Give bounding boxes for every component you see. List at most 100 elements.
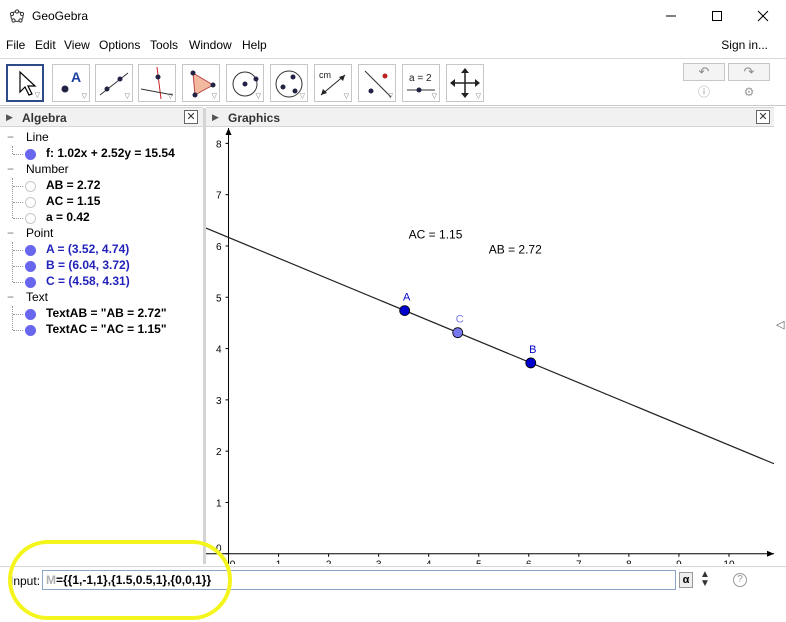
tree-connector: [13, 314, 23, 315]
maximize-button[interactable]: [694, 0, 740, 32]
polygon-tool-button[interactable]: ▽: [182, 64, 220, 102]
slider-tool-button[interactable]: a = 2 ▽: [402, 64, 440, 102]
visibility-toggle-icon[interactable]: [25, 149, 36, 160]
circle-tool-button[interactable]: ▽: [226, 64, 264, 102]
alpha-symbol-button[interactable]: α: [679, 572, 693, 588]
undo-icon: ↶: [698, 64, 710, 79]
dropdown-triangle-icon: ▽: [124, 93, 130, 100]
tree-connector: [13, 282, 23, 283]
visibility-toggle-icon[interactable]: [25, 309, 36, 320]
tree-line: [12, 146, 13, 154]
point-a[interactable]: [399, 305, 411, 317]
menu-bar: File Edit View Options Tools Window Help…: [0, 34, 786, 56]
algebra-item-text[interactable]: TextAC = "AC = 1.15": [46, 322, 167, 336]
algebra-item-text[interactable]: A = (3.52, 4.74): [46, 242, 129, 256]
menu-tools[interactable]: Tools: [150, 38, 178, 52]
graphics-canvas[interactable]: 0 1 2 3 4 5 6 7 8 9 10 0 1 2 3 4 5 6 7 8 AC = 1.15 AB = 2.72 A…: [205, 128, 775, 571]
tree-connector: [13, 154, 23, 155]
collapse-icon[interactable]: −: [7, 130, 14, 144]
perpendicular-line-tool-button[interactable]: ▽: [138, 64, 176, 102]
point-b[interactable]: [525, 357, 537, 369]
tree-connector: [13, 202, 23, 203]
visibility-toggle-icon[interactable]: [25, 325, 36, 336]
line-f[interactable]: [205, 227, 775, 465]
x-tick-label: 8: [626, 560, 632, 564]
algebra-item-text[interactable]: a = 0.42: [46, 210, 90, 224]
algebra-item-text[interactable]: f: 1.02x + 2.52y = 15.54: [46, 146, 175, 160]
y-tick-label: 4: [216, 345, 222, 356]
visibility-toggle-icon[interactable]: [25, 181, 36, 192]
point-c[interactable]: [452, 327, 464, 339]
algebra-item-text[interactable]: B = (6.04, 3.72): [46, 258, 130, 272]
tree-connector: [13, 218, 23, 219]
menu-help[interactable]: Help: [242, 38, 267, 52]
sidebar-expand-icon[interactable]: ◁: [776, 318, 784, 331]
graphics-text[interactable]: AB = 2.72: [489, 243, 542, 257]
tree-connector: [13, 250, 23, 251]
y-tick-label: 2: [216, 447, 222, 458]
distance-tool-unit: cm: [319, 70, 331, 80]
algebra-view: − Line f: 1.02x + 2.52y = 15.54− Number AB =…: [0, 128, 203, 564]
panel-toggle-icon[interactable]: ▶: [212, 112, 219, 123]
reflect-tool-button[interactable]: ▽: [358, 64, 396, 102]
history-spinner-icon[interactable]: ▲ ▼: [700, 570, 710, 589]
tree-connector: [13, 330, 23, 331]
menu-view[interactable]: View: [64, 38, 90, 52]
point-tool-button[interactable]: A ▽: [52, 64, 90, 102]
visibility-toggle-icon[interactable]: [25, 245, 36, 256]
visibility-toggle-icon[interactable]: [25, 277, 36, 288]
geogebra-logo-icon: [9, 9, 25, 23]
minimize-button[interactable]: [648, 0, 694, 32]
algebra-item-text[interactable]: AB = 2.72: [46, 178, 100, 192]
y-tick-label: 8: [216, 139, 222, 150]
tree-connector: [13, 266, 23, 267]
visibility-toggle-icon[interactable]: [25, 197, 36, 208]
menu-options[interactable]: Options: [99, 38, 140, 52]
x-tick-label: 3: [376, 560, 382, 564]
input-help-icon[interactable]: ?: [733, 573, 747, 587]
dropdown-triangle-icon: ▽: [343, 93, 349, 100]
panel-toggle-icon[interactable]: ▶: [6, 112, 13, 123]
distance-tool-button[interactable]: cm ▽: [314, 64, 352, 102]
input-label: Input:: [10, 574, 41, 588]
category-label: Number: [26, 162, 69, 176]
sign-in-link[interactable]: Sign in...: [721, 38, 768, 52]
toolbar: ▽ A ▽ ▽ ▽ ▽ ▽ ▽ cm ▽ ▽ a = 2 ▽ ▽ ↶ ↷ ⓘ ⚙: [0, 58, 786, 106]
settings-gear-icon[interactable]: ⚙: [742, 85, 756, 99]
category-label: Point: [26, 226, 54, 240]
x-tick-label: 4: [426, 560, 432, 564]
graphics-close-button[interactable]: ✕: [756, 110, 770, 124]
dropdown-triangle-icon: ▽: [81, 93, 87, 100]
algebra-item-text[interactable]: AC = 1.15: [46, 194, 100, 208]
redo-button[interactable]: ↷: [728, 63, 770, 81]
y-tick-label: 1: [216, 498, 222, 509]
input-field[interactable]: M={{1,-1,1},{1.5,0.5,1},{0,0,1}}: [42, 570, 676, 590]
algebra-close-button[interactable]: ✕: [184, 110, 198, 124]
menu-file[interactable]: File: [6, 38, 25, 52]
conic-tool-button[interactable]: ▽: [270, 64, 308, 102]
line-tool-button[interactable]: ▽: [95, 64, 133, 102]
visibility-toggle-icon[interactable]: [25, 261, 36, 272]
algebra-item-text[interactable]: TextAB = "AB = 2.72": [46, 306, 167, 320]
graphics-text[interactable]: AC = 1.15: [409, 227, 463, 241]
graphics-header: ▶ Graphics ✕: [206, 107, 774, 127]
category-label: Text: [26, 290, 49, 304]
close-button[interactable]: [740, 0, 786, 32]
move-tool-button[interactable]: ▽: [6, 64, 44, 102]
dropdown-triangle-icon: ▽: [167, 93, 173, 100]
move-graphics-tool-button[interactable]: ▽: [446, 64, 484, 102]
x-axis-arrow-icon: [767, 550, 774, 557]
collapse-icon[interactable]: −: [7, 290, 14, 304]
y-tick-label: 5: [216, 293, 222, 304]
algebra-title: Algebra: [22, 111, 67, 125]
graphics-view[interactable]: 0 1 2 3 4 5 6 7 8 9 10 0 1 2 3 4 5 6 7 8 AC = 1.15 AB = 2.72 A…: [205, 128, 775, 571]
algebra-item-text[interactable]: C = (4.58, 4.31): [46, 274, 130, 288]
undo-button[interactable]: ↶: [683, 63, 725, 81]
visibility-toggle-icon[interactable]: [25, 213, 36, 224]
menu-window[interactable]: Window: [189, 38, 232, 52]
dropdown-triangle-icon: ▽: [475, 93, 481, 100]
menu-edit[interactable]: Edit: [35, 38, 56, 52]
collapse-icon[interactable]: −: [7, 162, 14, 176]
help-icon[interactable]: ⓘ: [697, 85, 711, 99]
collapse-icon[interactable]: −: [7, 226, 14, 240]
